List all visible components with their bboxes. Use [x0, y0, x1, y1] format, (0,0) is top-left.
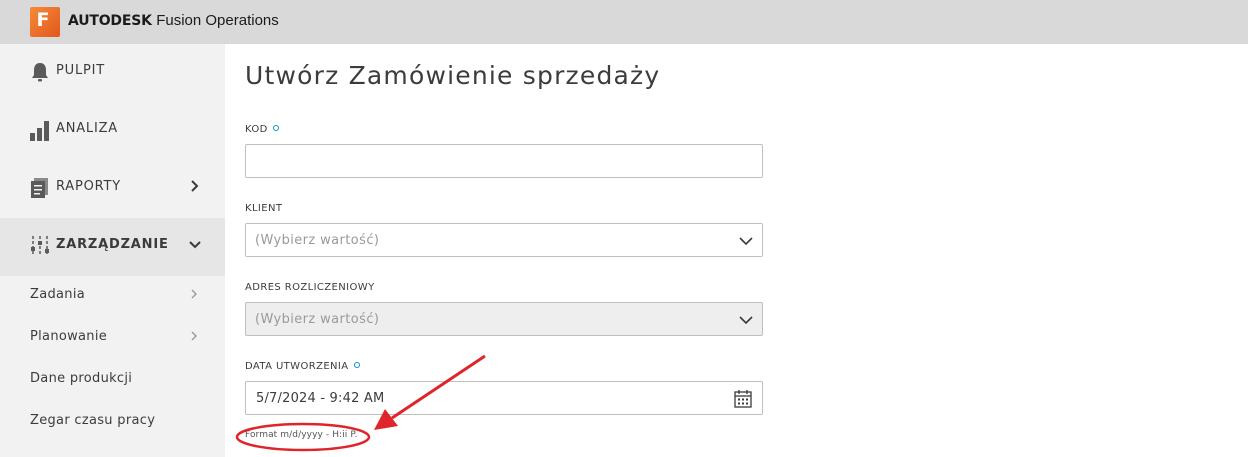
- sidebar-subitem-planowanie[interactable]: Planowanie: [0, 316, 225, 358]
- autodesk-logo-icon[interactable]: F: [30, 7, 60, 37]
- adres-placeholder: (Wybierz wartość): [255, 312, 380, 327]
- sidebar-item-pulpit[interactable]: PULPIT: [0, 44, 225, 102]
- top-bar: F AUTODESK Fusion Operations: [0, 0, 1248, 44]
- sidebar-subitem-zadania[interactable]: Zadania: [0, 274, 225, 316]
- chevron-right-icon: [191, 180, 199, 192]
- sidebar-item-label: RAPORTY: [56, 179, 122, 194]
- klient-label: KLIENT: [245, 203, 283, 214]
- sidebar-item-analiza[interactable]: ANALIZA: [0, 102, 225, 160]
- calendar-icon[interactable]: [734, 389, 752, 408]
- sidebar-item-raporty[interactable]: RAPORTY: [0, 160, 225, 218]
- sidebar-subitem-label: Planowanie: [30, 329, 108, 344]
- reports-icon: [31, 178, 48, 198]
- sidebar-subitem-label: Dane produkcji: [30, 371, 133, 386]
- sidebar-item-label: PULPIT: [56, 63, 106, 78]
- sidebar-item-zarzadzanie[interactable]: ZARZĄDZANIE: [0, 218, 225, 276]
- adres-label: ADRES ROZLICZENIOWY: [245, 282, 375, 293]
- chevron-down-icon: [739, 316, 753, 325]
- data-label: DATA UTWORZENIA: [245, 361, 360, 372]
- page-title: Utwórz Zamówienie sprzedaży: [245, 61, 661, 90]
- chevron-right-icon: [191, 331, 197, 341]
- sidebar: PULPIT ANALIZA RAPORTY ZARZĄDZANIE Zadan…: [0, 44, 225, 457]
- brand-title: AUTODESK Fusion Operations: [68, 12, 279, 29]
- sidebar-item-label: ZARZĄDZANIE: [56, 237, 169, 252]
- sidebar-subitem-label: Zadania: [30, 287, 86, 302]
- date-format-hint: Format m/d/yyyy - H:ii P.: [245, 430, 358, 440]
- adres-select[interactable]: (Wybierz wartość): [245, 302, 763, 336]
- required-indicator-icon: [272, 125, 279, 131]
- klient-select[interactable]: (Wybierz wartość): [245, 223, 763, 257]
- sidebar-subitem-label: Zegar czasu pracy: [30, 413, 156, 428]
- sidebar-subitem-zegar-czasu-pracy[interactable]: Zegar czasu pracy: [0, 400, 225, 442]
- chevron-right-icon: [191, 289, 197, 299]
- sidebar-subitem-dane-produkcji[interactable]: Dane produkcji: [0, 358, 225, 400]
- bar-chart-icon: [30, 121, 49, 141]
- data-input[interactable]: 5/7/2024 - 9:42 AM: [245, 381, 763, 415]
- sidebar-item-label: ANALIZA: [56, 121, 118, 136]
- sliders-icon: [31, 236, 49, 256]
- klient-placeholder: (Wybierz wartość): [255, 233, 380, 248]
- data-value: 5/7/2024 - 9:42 AM: [256, 391, 385, 406]
- required-indicator-icon: [353, 362, 360, 368]
- chevron-down-icon: [189, 241, 201, 249]
- kod-label: KOD: [245, 124, 279, 135]
- kod-input[interactable]: [245, 144, 763, 178]
- bell-icon: [32, 63, 48, 82]
- main-content: Utwórz Zamówienie sprzedaży KOD KLIENT (…: [225, 44, 1248, 457]
- chevron-down-icon: [739, 237, 753, 246]
